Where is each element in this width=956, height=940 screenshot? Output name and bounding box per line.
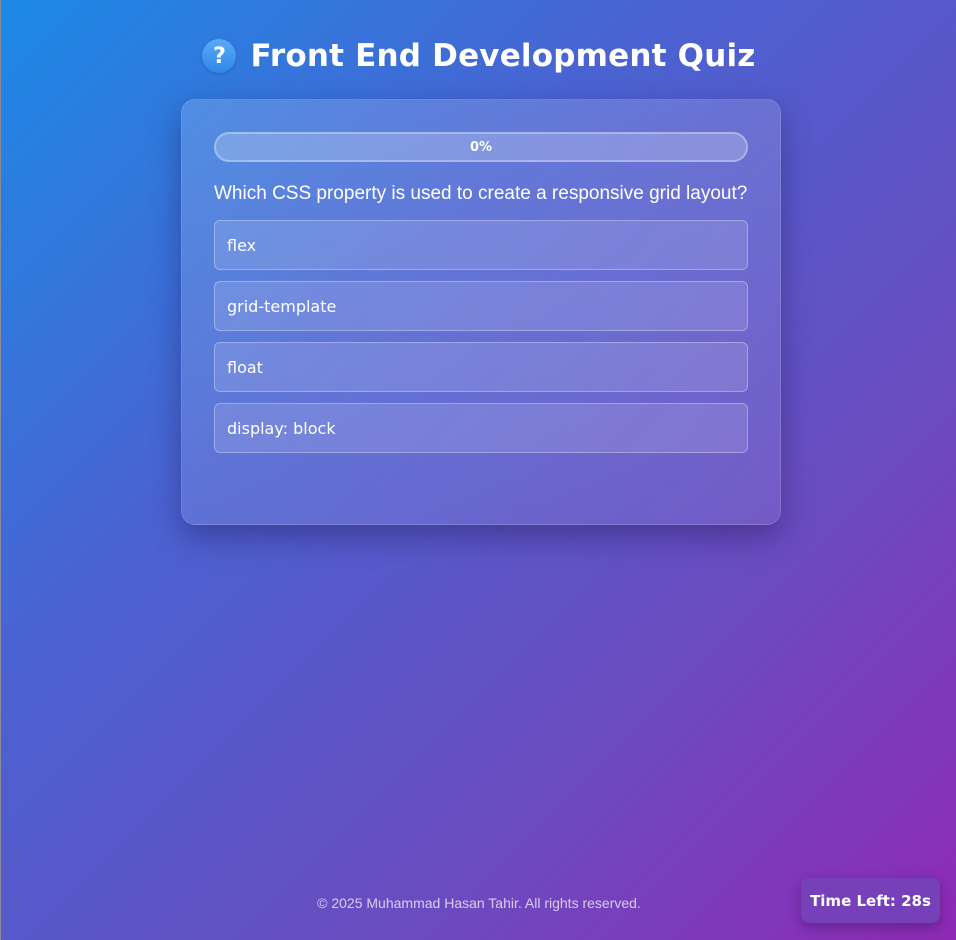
help-icon: ? (202, 39, 237, 73)
question-text: Which CSS property is used to create a r… (214, 183, 748, 204)
timer-badge: Time Left: 28s (801, 878, 940, 923)
quiz-header: ? Front End Development Quiz (1, 38, 956, 74)
answer-option-display-block[interactable]: display: block (214, 403, 748, 453)
progress-bar: 0% (214, 132, 748, 162)
page-title: Front End Development Quiz (250, 38, 756, 74)
answer-options: flex grid-template float display: block (214, 220, 748, 453)
answer-option-float[interactable]: float (214, 342, 748, 392)
answer-option-grid-template[interactable]: grid-template (214, 281, 748, 331)
progress-label: 0% (469, 139, 493, 155)
answer-option-flex[interactable]: flex (214, 220, 748, 270)
quiz-card: 0% Which CSS property is used to create … (181, 99, 781, 525)
